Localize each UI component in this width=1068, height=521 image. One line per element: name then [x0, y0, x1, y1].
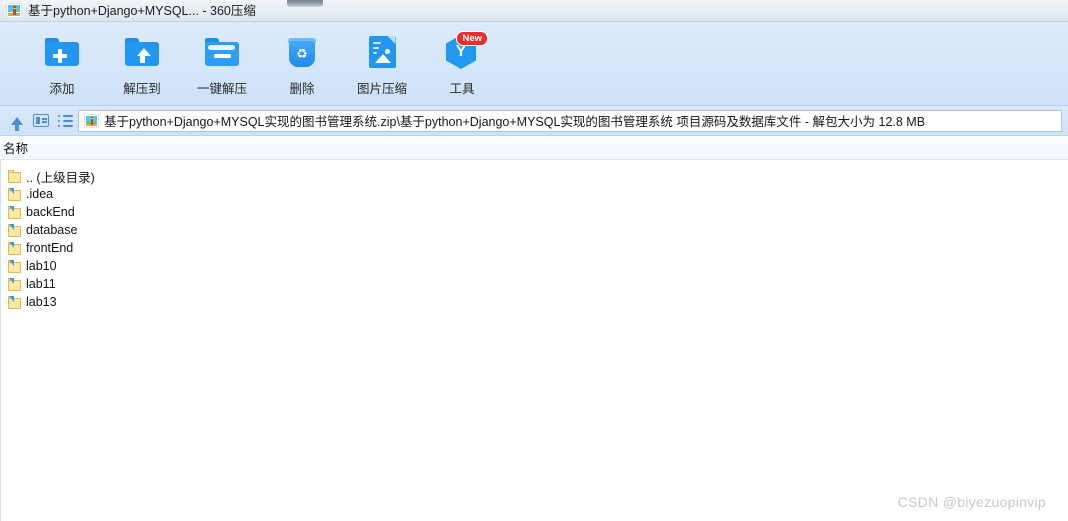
folder-icon — [8, 259, 22, 273]
toolbar-label-add: 添加 — [49, 82, 75, 96]
toolbar-button-add[interactable]: 添加 — [22, 24, 102, 106]
main-toolbar: 添加 解压到 一键解压 ♻ 删除 图片压缩 Y New 工具 — [0, 22, 1068, 106]
watermark: CSDN @biyezuopinvip — [897, 494, 1046, 510]
list-item[interactable]: .. (上级目录) — [1, 167, 1068, 185]
folder-extract-to-icon — [125, 30, 159, 74]
list-item-label: .. (上级目录) — [26, 170, 95, 185]
list-item[interactable]: frontEnd — [1, 239, 1068, 257]
toolbar-button-one-click-extract[interactable]: 一键解压 — [182, 24, 262, 106]
app-icon — [6, 3, 22, 18]
toolbar-label-one-click-extract: 一键解压 — [196, 82, 247, 96]
list-item[interactable]: database — [1, 221, 1068, 239]
folder-icon — [8, 277, 22, 291]
list-item[interactable]: backEnd — [1, 203, 1068, 221]
list-item-label: .idea — [26, 187, 54, 201]
address-path-text: 基于python+Django+MYSQL实现的图书管理系统.zip\基于pyt… — [104, 115, 926, 129]
list-item[interactable]: lab13 — [1, 293, 1068, 311]
toolbar-button-tools[interactable]: Y New 工具 — [422, 24, 502, 106]
up-arrow-icon[interactable] — [6, 110, 28, 132]
file-list: .. (上级目录) .idea backEnd database frontEn — [0, 160, 1068, 521]
folder-icon — [8, 295, 22, 309]
folder-parent-icon — [8, 169, 22, 183]
folder-icon — [8, 223, 22, 237]
list-item[interactable]: lab10 — [1, 257, 1068, 275]
list-item-label: database — [26, 223, 78, 237]
window-title: 基于python+Django+MYSQL... - 360压缩 — [28, 3, 256, 18]
folder-one-click-extract-icon — [205, 30, 239, 74]
image-compress-icon — [368, 30, 396, 74]
archive-picture-icon — [84, 113, 99, 128]
address-input[interactable]: 基于python+Django+MYSQL实现的图书管理系统.zip\基于pyt… — [78, 109, 1062, 132]
list-item-label: lab11 — [26, 277, 56, 291]
tools-hexagon-icon: Y New — [446, 30, 488, 74]
list-view-icon[interactable] — [54, 110, 76, 132]
folder-icon — [8, 241, 22, 255]
toolbar-button-image-compress[interactable]: 图片压缩 — [342, 24, 422, 106]
list-item-label: backEnd — [26, 205, 75, 219]
toolbar-label-delete: 删除 — [289, 82, 315, 96]
toolbar-label-tools: 工具 — [449, 82, 475, 96]
toolbar-button-extract-to[interactable]: 解压到 — [102, 24, 182, 106]
toolbar-label-image-compress: 图片压缩 — [356, 82, 407, 96]
titlebar-cropped-control — [287, 0, 323, 7]
list-column-header: 名称 — [0, 136, 1068, 160]
title-bar: 基于python+Django+MYSQL... - 360压缩 — [0, 0, 1068, 22]
archiver-window: 基于python+Django+MYSQL... - 360压缩 添加 解压到 — [0, 0, 1068, 521]
trash-recycle-icon: ♻ — [288, 30, 316, 74]
folder-add-icon — [45, 30, 79, 74]
toolbar-label-extract-to: 解压到 — [123, 82, 161, 96]
list-item-label: lab13 — [26, 295, 57, 309]
column-header-name[interactable]: 名称 — [0, 138, 28, 157]
folder-icon — [8, 205, 22, 219]
list-item[interactable]: lab11 — [1, 275, 1068, 293]
list-item-label: frontEnd — [26, 241, 74, 255]
folder-icon — [8, 187, 22, 201]
list-item[interactable]: .idea — [1, 185, 1068, 203]
new-badge: New — [456, 31, 488, 46]
panel-view-icon[interactable] — [30, 110, 52, 132]
toolbar-button-delete[interactable]: ♻ 删除 — [262, 24, 342, 106]
address-bar: 基于python+Django+MYSQL实现的图书管理系统.zip\基于pyt… — [0, 106, 1068, 136]
list-item-label: lab10 — [26, 259, 57, 273]
